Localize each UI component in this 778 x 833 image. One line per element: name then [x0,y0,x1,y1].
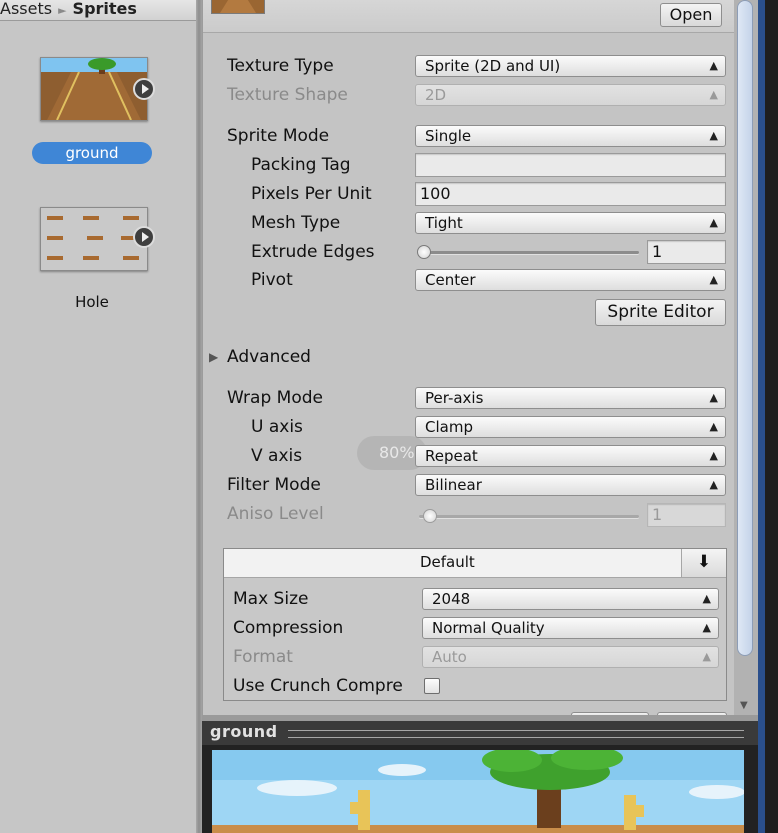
extrude-edges-label: Extrude Edges [251,242,375,262]
ground-thumbnail[interactable] [40,57,148,121]
crunch-label: Use Crunch Compre [233,676,403,696]
crunch-checkbox[interactable] [424,678,440,694]
updown-arrow-icon: ▲︎ [702,592,711,605]
max-size-value: 2048 [432,590,471,608]
triangle-right-icon[interactable]: ▶ [209,345,218,369]
filter-mode-label: Filter Mode [227,475,321,495]
aniso-level-input: 1 [647,503,726,527]
format-value: Auto [432,648,467,666]
scrollbar-thumb[interactable] [737,0,753,656]
u-axis-dropdown[interactable]: Clamp ▲︎ [415,416,726,438]
v-axis-label: V axis [251,446,303,466]
asset-label-hole[interactable]: Hole [32,291,152,313]
advanced-foldout[interactable]: Advanced [227,345,311,369]
sprite-mode-value: Single [425,127,472,145]
texture-shape-label: Texture Shape [227,85,348,105]
updown-arrow-icon: ▲︎ [709,88,718,101]
pivot-label: Pivot [251,270,293,290]
texture-shape-value: 2D [425,86,447,104]
filter-mode-value: Bilinear [425,476,482,494]
sprite-editor-button[interactable]: Sprite Editor [595,299,726,326]
wrap-mode-label: Wrap Mode [227,388,323,408]
hole-thumbnail[interactable] [40,207,148,271]
pivot-dropdown[interactable]: Center ▲︎ [415,269,726,291]
compression-label: Compression [233,618,344,638]
compression-value: Normal Quality [432,619,545,637]
format-label: Format [233,647,293,667]
platform-settings: Default ⬇︎ Max Size 2048 ▲︎ Compression N… [223,548,727,701]
inspector-header: Open [203,0,735,33]
open-button[interactable]: Open [660,3,722,27]
hole-play-icon[interactable] [133,226,155,248]
platform-tab-default[interactable]: Default ⬇︎ [224,549,726,578]
texture-type-dropdown[interactable]: Sprite (2D and UI) ▲︎ [415,55,726,77]
texture-shape-dropdown: 2D ▲︎ [415,84,726,106]
wrap-mode-value: Per-axis [425,389,484,407]
v-axis-dropdown[interactable]: Repeat ▲︎ [415,445,726,467]
aniso-level-slider [415,506,639,526]
breadcrumb-separator-icon: ► [58,4,67,17]
mesh-type-label: Mesh Type [251,213,341,233]
drag-handle-lines [288,730,744,738]
packing-tag-label: Packing Tag [251,155,351,175]
updown-arrow-icon: ▲︎ [709,129,718,142]
project-panel: Assets ► Sprites ground Hole [0,0,196,833]
scroll-down-arrow-icon[interactable]: ▼ [740,700,748,711]
packing-tag-input[interactable] [415,153,726,177]
breadcrumb: Assets ► Sprites [0,0,196,21]
breadcrumb-sprites[interactable]: Sprites [73,0,137,18]
mesh-type-dropdown[interactable]: Tight ▲︎ [415,212,726,234]
slider-knob [423,509,437,523]
updown-arrow-icon: ▲︎ [709,420,718,433]
format-dropdown: Auto ▲︎ [422,646,719,668]
u-axis-value: Clamp [425,418,473,436]
max-size-label: Max Size [233,589,309,609]
aniso-level-label: Aniso Level [227,504,324,524]
u-axis-label: U axis [251,417,303,437]
asset-label-ground[interactable]: ground [32,142,152,164]
compression-dropdown[interactable]: Normal Quality ▲︎ [422,617,719,639]
download-arrow-icon[interactable]: ⬇︎ [681,549,726,577]
updown-arrow-icon: ▲︎ [702,621,711,634]
updown-arrow-icon: ▲︎ [709,59,718,72]
slider-track [419,251,639,254]
window-edge [758,0,778,833]
breadcrumb-assets[interactable]: Assets [0,0,52,18]
updown-arrow-icon: ▲︎ [709,478,718,491]
texture-preview [202,745,758,833]
filter-mode-dropdown[interactable]: Bilinear ▲︎ [415,474,726,496]
updown-arrow-icon: ▲︎ [709,216,718,229]
texture-type-value: Sprite (2D and UI) [425,57,561,75]
wrap-mode-dropdown[interactable]: Per-axis ▲︎ [415,387,726,409]
updown-arrow-icon: ▲︎ [709,391,718,404]
mesh-type-value: Tight [425,214,463,232]
inspector-panel: Open Texture Type Sprite (2D and UI) ▲︎ T… [202,0,735,718]
max-size-dropdown[interactable]: 2048 ▲︎ [422,588,719,610]
updown-arrow-icon: ▲︎ [709,449,718,462]
inspector-scrollbar[interactable]: ▼ [734,0,758,715]
v-axis-value: Repeat [425,447,478,465]
sprite-mode-dropdown[interactable]: Single ▲︎ [415,125,726,147]
extrude-edges-input[interactable]: 1 [647,240,726,264]
texture-type-label: Texture Type [227,56,334,76]
pivot-value: Center [425,271,476,289]
slider-knob[interactable] [417,245,431,259]
updown-arrow-icon: ▲︎ [702,650,711,663]
sprite-mode-label: Sprite Mode [227,126,330,146]
pixels-per-unit-label: Pixels Per Unit [251,184,372,204]
ground-preview-image [212,750,744,833]
preview-header[interactable]: ground [202,721,758,745]
platform-tab-label: Default [420,553,475,571]
texture-preview-icon [211,0,265,14]
pixels-per-unit-input[interactable]: 100 [415,182,726,206]
slider-track [419,515,639,518]
ground-play-icon[interactable] [133,78,155,100]
extrude-edges-slider[interactable] [415,242,639,262]
preview-title: ground [210,722,278,741]
updown-arrow-icon: ▲︎ [709,273,718,286]
